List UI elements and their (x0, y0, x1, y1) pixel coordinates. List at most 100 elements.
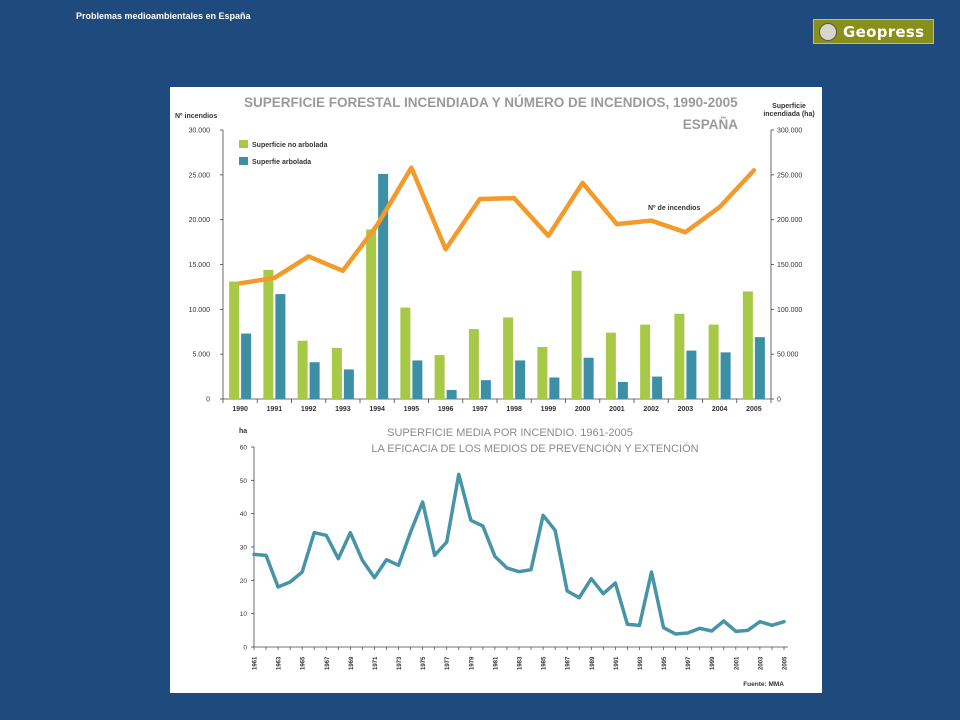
chart2-xtick-label: 1973 (397, 656, 403, 670)
chart1-ytick-right-label: 50.000 (777, 352, 799, 359)
chart2-xtick-label: 1969 (349, 656, 355, 670)
bar-arbolada (412, 360, 423, 399)
bar-arbolada (617, 381, 628, 399)
chart2-ytick-label: 60 (240, 445, 248, 452)
chart2-xtick-label: 1977 (445, 656, 451, 670)
chart1-xtick-label: 2000 (575, 406, 591, 413)
chart1-ytick-right-label: 100.000 (777, 307, 802, 314)
line-label-incendios: Nº de incendios (648, 205, 700, 212)
chart1-ytick-left-label: 15.000 (189, 262, 211, 269)
source-note: Fuente: MMA (743, 681, 784, 688)
chart1-ytick-left-label: 0 (206, 397, 210, 404)
bar-no-arbolada (400, 307, 411, 399)
chart-canvas: SUPERFICIE FORESTAL INCENDIADA Y NÚMERO … (175, 95, 815, 688)
chart1-xtick-label: 2001 (609, 406, 625, 413)
chart2-xtick-label: 1963 (277, 656, 283, 670)
chart2-xtick-label: 1983 (518, 656, 524, 670)
chart1-ytick-right-label: 200.000 (777, 217, 802, 224)
chart2-plot: 0 10 20 30 40 50 60 1961 1963 1965 1967 1969 1971 197… (240, 445, 789, 671)
chart1-xtick-label: 1992 (301, 406, 317, 413)
chart1-ytick-left-label: 25.000 (189, 172, 211, 179)
bar-no-arbolada (640, 324, 651, 399)
chart2-xtick-label: 1987 (566, 656, 572, 670)
bar-no-arbolada (434, 355, 445, 399)
bar-no-arbolada (742, 291, 753, 399)
chart2-ytick-label: 30 (240, 545, 248, 552)
chart2-xtick-label: 1975 (421, 656, 427, 670)
chart2-xtick-label: 1967 (325, 656, 331, 670)
chart2-ytick-label: 20 (240, 578, 248, 585)
chart1-xtick-label: 1991 (267, 406, 283, 413)
bar-no-arbolada (229, 281, 240, 399)
chart1-ytick-right-label: 150.000 (777, 262, 802, 269)
bar-no-arbolada (605, 332, 616, 399)
chart1-title: SUPERFICIE FORESTAL INCENDIADA Y NÚMERO … (244, 95, 738, 110)
chart1-ytick-left-label: 10.000 (189, 307, 211, 314)
bar-arbolada (754, 337, 765, 399)
chart2-subtitle: LA EFICACIA DE LOS MEDIOS DE PREVENCIÓN … (371, 442, 698, 455)
chart2-xtick-label: 1991 (614, 656, 620, 670)
chart1-ytick-right-label: 300.000 (777, 128, 802, 135)
chart2-xtick-label: 1979 (469, 656, 475, 670)
chart2-xtick-label: 1961 (253, 656, 259, 670)
chart2-xtick-label: 1985 (542, 656, 548, 670)
chart1-xtick-label: 1994 (369, 406, 385, 413)
chart1-xtick-label: 2004 (712, 406, 728, 413)
chart1-ytick-right-label: 0 (777, 397, 781, 404)
chart1-xtick-label: 1997 (472, 406, 488, 413)
bar-arbolada (343, 369, 354, 399)
chart1-xtick-label: 1999 (541, 406, 557, 413)
chart2-xtick-label: 1993 (638, 656, 644, 670)
chart2-xtick-label: 2003 (758, 656, 764, 670)
bar-no-arbolada (331, 347, 342, 399)
chart2-ytick-label: 40 (240, 511, 248, 518)
chart1-xtick-label: 1995 (404, 406, 420, 413)
bar-arbolada (446, 390, 457, 399)
chart1-plot: 0 5.000 10.000 15.000 20.000 25.000 30.000 0 50.… (189, 128, 803, 414)
bar-no-arbolada (537, 346, 548, 399)
bar-arbolada (583, 357, 594, 399)
bar-arbolada (549, 377, 560, 399)
bar-no-arbolada (366, 229, 377, 399)
geopress-logo[interactable]: Geopress (813, 19, 934, 44)
legend-label-arbolada: Superfie arbolada (252, 159, 311, 166)
chart-panel: SUPERFICIE FORESTAL INCENDIADA Y NÚMERO … (170, 87, 822, 693)
bar-arbolada (686, 350, 697, 399)
chart2-ytick-label: 10 (240, 611, 248, 618)
bar-arbolada (309, 362, 320, 399)
line-superficie-media (252, 472, 786, 636)
bar-no-arbolada (263, 269, 274, 399)
chart1-ytick-left-label: 5.000 (192, 352, 210, 359)
chart2-title: SUPERFICIE MEDIA POR INCENDIO. 1961-2005 (387, 427, 633, 439)
bar-arbolada (241, 333, 252, 399)
chart2-xtick-label: 1997 (686, 656, 692, 670)
chart2-xtick-label: 1989 (590, 656, 596, 670)
chart2-ylabel: ha (239, 428, 247, 435)
chart2-xtick-label: 2001 (734, 656, 740, 670)
logo-text: Geopress (843, 22, 925, 41)
chart1-xtick-label: 1998 (506, 406, 522, 413)
bar-arbolada (480, 380, 491, 399)
chart2-xtick-label: 1965 (301, 656, 307, 670)
bar-no-arbolada (297, 340, 308, 399)
chart2-xtick-label: 1981 (493, 656, 499, 670)
legend-label-no-arbolada: Superficie no arbolada (252, 142, 328, 149)
legend-swatch-arbolada (239, 157, 248, 165)
chart2-xtick-label: 1999 (710, 656, 716, 670)
bar-no-arbolada (674, 313, 685, 399)
page-title: Problemas medioambientales en España (76, 11, 251, 21)
chart1-ytick-left-label: 20.000 (189, 217, 211, 224)
bar-arbolada (720, 352, 731, 399)
chart1-xtick-label: 2003 (678, 406, 694, 413)
bar-no-arbolada (708, 324, 719, 399)
line-incendios (237, 165, 757, 286)
chart1-ylabel-right: Superficie incendiada (ha) (763, 103, 814, 118)
chart1-xtick-label: 1993 (335, 406, 351, 413)
chart1-xtick-label: 1990 (232, 406, 248, 413)
bar-arbolada (275, 294, 286, 399)
chart2-ytick-label: 50 (240, 478, 248, 485)
bar-no-arbolada (571, 270, 582, 399)
chart1-ytick-right-label: 250.000 (777, 172, 802, 179)
chart1-xtick-label: 2002 (643, 406, 659, 413)
globe-icon (819, 22, 837, 41)
